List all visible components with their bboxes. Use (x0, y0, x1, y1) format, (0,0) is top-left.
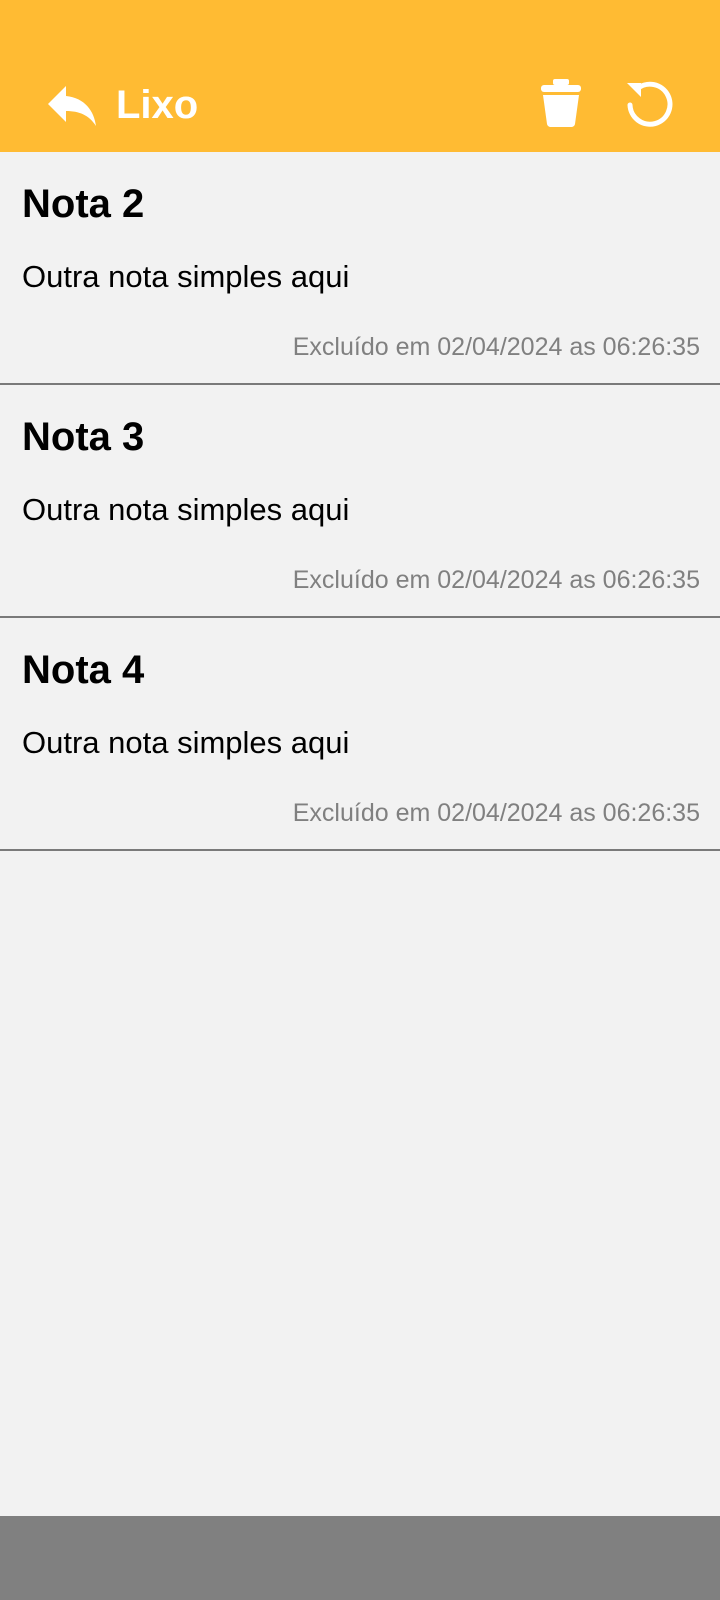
note-title: Nota 3 (22, 415, 145, 459)
trash-note-list: Nota 2 Outra nota simples aqui Excluído … (0, 152, 720, 851)
app-bar: Lixo (0, 0, 720, 152)
deleted-date: Excluído em 02/04/2024 as 06:26:35 (292, 799, 700, 827)
note-title: Nota 2 (22, 182, 145, 226)
note-body: Outra nota simples aqui (22, 725, 350, 760)
deleted-date: Excluído em 02/04/2024 as 06:26:35 (292, 566, 700, 594)
list-item[interactable]: Nota 2 Outra nota simples aqui Excluído … (0, 152, 720, 385)
trash-icon (541, 79, 581, 127)
empty-trash-button[interactable] (532, 74, 590, 132)
note-body: Outra nota simples aqui (22, 492, 350, 527)
system-navigation-bar (0, 1516, 720, 1600)
note-title: Nota 4 (22, 648, 145, 692)
restore-all-button[interactable] (618, 74, 682, 132)
restore-icon (627, 81, 673, 127)
note-body: Outra nota simples aqui (22, 259, 350, 294)
deleted-date: Excluído em 02/04/2024 as 06:26:35 (292, 333, 700, 361)
back-button[interactable] (40, 74, 104, 138)
list-item[interactable]: Nota 4 Outra nota simples aqui Excluído … (0, 618, 720, 851)
reply-arrow-icon (48, 86, 96, 126)
list-item[interactable]: Nota 3 Outra nota simples aqui Excluído … (0, 385, 720, 618)
page-title: Lixo (116, 83, 199, 127)
